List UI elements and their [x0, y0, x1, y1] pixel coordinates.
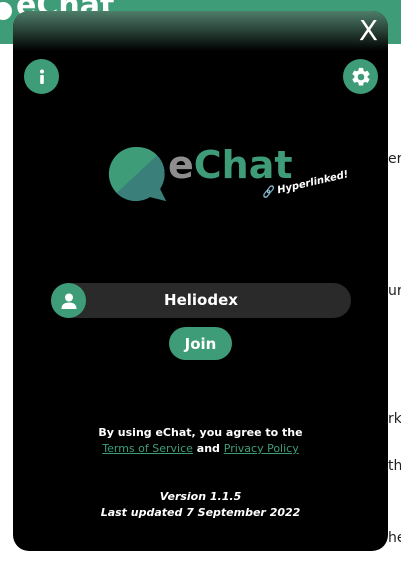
privacy-policy-link[interactable]: Privacy Policy [224, 442, 299, 455]
background-text-fragment: rk [388, 411, 401, 427]
info-button[interactable] [24, 59, 59, 94]
logo-chat: Chat [193, 143, 293, 187]
legal-prefix: By using eChat, you agree to the [98, 426, 303, 439]
logo-wordmark: eChat [168, 143, 293, 187]
version-number: Version 1.1.5 [159, 490, 242, 503]
background-text-fragment: er [388, 151, 401, 167]
legal-and: and [196, 442, 220, 455]
echat-logo: eChat 🔗 Hyperlinked! [106, 143, 349, 225]
link-icon: 🔗 [260, 186, 276, 200]
background-logo-icon [0, 2, 12, 20]
background-text-fragment: th [388, 458, 401, 474]
background-text-fragment: he [388, 530, 401, 546]
legal-notice: By using eChat, you agree to the Terms o… [13, 425, 388, 457]
username-field[interactable]: Heliodex [51, 283, 351, 318]
join-button[interactable]: Join [169, 327, 232, 360]
info-icon [39, 69, 44, 84]
gear-icon [351, 67, 370, 86]
close-button[interactable]: X [359, 16, 378, 46]
modal-topbar [13, 11, 388, 51]
terms-of-service-link[interactable]: Terms of Service [102, 442, 193, 455]
settings-button[interactable] [343, 59, 378, 94]
last-updated: Last updated 7 September 2022 [100, 506, 301, 519]
version-info: Version 1.1.5 Last updated 7 September 2… [13, 489, 388, 521]
login-modal: X eChat 🔗 Hyperlinked! Heliodex Join By … [13, 11, 388, 551]
username-value[interactable]: Heliodex [51, 283, 351, 318]
chat-bubble-logo-icon [108, 146, 167, 201]
background-text-fragment: ur [388, 283, 401, 299]
logo-e: e [168, 143, 194, 187]
